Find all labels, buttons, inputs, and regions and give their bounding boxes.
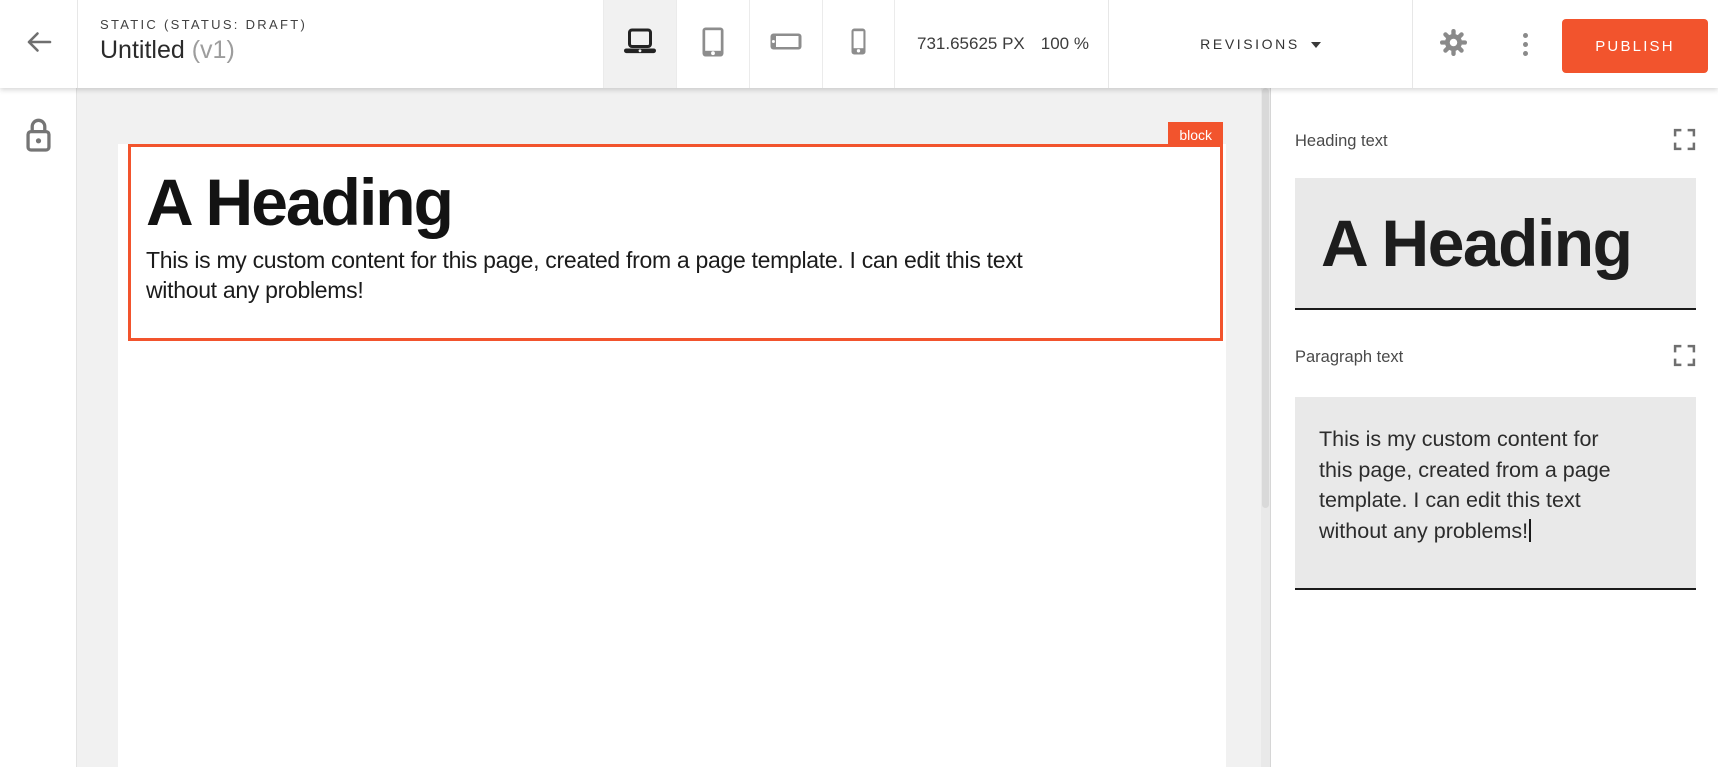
kebab-menu-icon [1523,33,1528,56]
device-desktop-button[interactable] [603,0,676,88]
paragraph-field-label: Paragraph text [1295,348,1403,367]
paragraph-field-line: without any problems! [1319,516,1678,547]
text-cursor [1529,519,1531,542]
phone-icon [851,28,866,60]
block-type-badge: block [1168,122,1223,147]
revisions-button[interactable]: REVISIONS [1109,0,1412,88]
heading-field-header: Heading text [1295,130,1696,152]
fullscreen-icon [1673,344,1696,370]
paragraph-field-line: template. I can edit this text [1319,485,1678,516]
paragraph-field-expand-button[interactable] [1672,345,1696,369]
left-rail [0,88,77,767]
chevron-down-icon [1311,42,1321,48]
tablet-landscape-icon [770,33,802,55]
device-phone-button[interactable] [822,0,895,88]
block-paragraph-line: This is my custom content for this page,… [146,245,1220,275]
canvas-scrollbar[interactable] [1261,88,1270,767]
topbar: STATIC (STATUS: DRAFT) Untitled (v1) [0,0,1718,88]
settings-button[interactable] [1431,22,1475,66]
page-title-text: Untitled [100,36,185,64]
laptop-icon [621,28,659,61]
page-preview: block A Heading This is my custom conten… [118,144,1226,767]
topbar-divider [1412,0,1413,88]
arrow-left-icon [23,26,55,63]
paragraph-field-header: Paragraph text [1295,346,1696,368]
more-options-button[interactable] [1503,22,1547,66]
block-heading-text: A Heading [146,169,1220,235]
heading-field-input[interactable]: A Heading [1295,178,1696,310]
canvas-scrollbar-thumb[interactable] [1262,88,1269,508]
zoom-level-value: 100 % [1041,34,1089,54]
viewport-width-value: 731.65625 PX [917,34,1025,54]
tablet-portrait-icon [702,27,724,62]
device-tablet-portrait-button[interactable] [676,0,749,88]
paragraph-field-line-text: without any problems! [1319,519,1528,543]
device-preview-switcher [603,0,895,88]
block-paragraph-text: This is my custom content for this page,… [146,245,1220,305]
lock-icon [24,141,53,158]
properties-sidebar: Heading text A Heading Paragraph text [1270,88,1718,767]
viewport-info: 731.65625 PX 100 % [917,0,1089,88]
publish-button[interactable]: PUBLISH [1562,19,1708,73]
block-paragraph-line: without any problems! [146,275,1220,305]
editor-canvas: block A Heading This is my custom conten… [77,88,1270,767]
page-version: (v1) [192,36,235,64]
page-status-label: STATIC (STATUS: DRAFT) [100,17,307,32]
paragraph-field-line: This is my custom content for [1319,424,1678,455]
paragraph-field-line: this page, created from a page [1319,455,1678,486]
page-title: Untitled (v1) [100,36,307,65]
paragraph-field-input[interactable]: This is my custom content for this page,… [1295,397,1696,590]
gear-icon [1440,29,1467,59]
lock-button[interactable] [24,116,53,156]
heading-field-expand-button[interactable] [1672,129,1696,153]
device-tablet-landscape-button[interactable] [749,0,822,88]
page-title-block: STATIC (STATUS: DRAFT) Untitled (v1) [100,17,307,65]
topbar-divider [77,0,78,88]
back-button[interactable] [0,0,77,88]
heading-field-label: Heading text [1295,132,1388,151]
fullscreen-icon [1673,128,1696,154]
revisions-label: REVISIONS [1200,36,1300,52]
content-block[interactable]: block A Heading This is my custom conten… [128,144,1223,341]
